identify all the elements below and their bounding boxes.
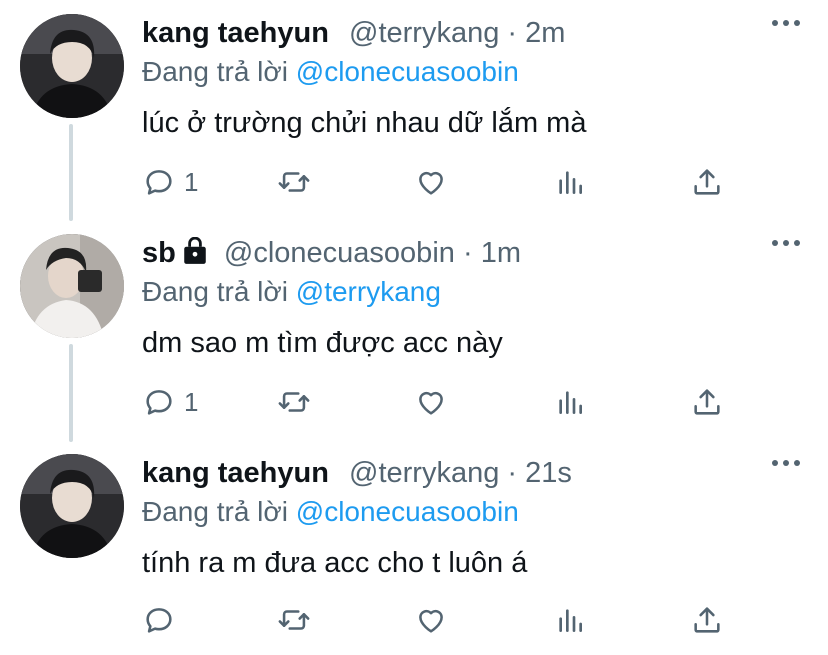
- tweet-text: dm sao m tìm được acc này: [142, 327, 503, 359]
- tweet-text: tính ra m đưa acc cho t luôn á: [142, 547, 528, 579]
- analytics-icon: [559, 171, 582, 194]
- reply-context: Đang trả lời @clonecuasoobin: [142, 494, 519, 530]
- reply-prefix: Đang trả lời: [142, 56, 288, 87]
- timestamp[interactable]: 21s: [525, 457, 572, 489]
- more-icon[interactable]: [772, 240, 800, 246]
- reply-prefix: Đang trả lời: [142, 496, 288, 527]
- retweet-icon: [278, 392, 310, 412]
- author-handle[interactable]: @terrykang: [349, 17, 499, 49]
- tweet-header: kang taehyun @terrykang · 21s: [142, 454, 572, 492]
- action-bar: 1: [142, 164, 732, 200]
- retweet-icon: [278, 610, 310, 630]
- retweet-button[interactable]: [276, 602, 312, 638]
- reply-icon: [146, 608, 172, 633]
- avatar[interactable]: [20, 14, 124, 118]
- action-bar: 1: [142, 384, 732, 420]
- share-button[interactable]: [690, 384, 724, 420]
- share-icon: [694, 389, 720, 415]
- reply-context: Đang trả lời @terrykang: [142, 274, 441, 310]
- share-icon: [694, 607, 720, 633]
- avatar[interactable]: [20, 234, 124, 338]
- tweet[interactable]: sb @clonecuasoobin · 1m Đang trả lời @te…: [0, 220, 828, 440]
- reply-icon: [146, 390, 172, 415]
- reply-count: 1: [184, 386, 199, 417]
- reply-prefix: Đang trả lời: [142, 276, 288, 307]
- share-button[interactable]: [690, 602, 724, 638]
- reply-mention-link[interactable]: @clonecuasoobin: [296, 496, 519, 527]
- like-icon: [419, 171, 443, 195]
- separator: ·: [462, 237, 473, 269]
- author-handle[interactable]: @terrykang: [349, 457, 499, 489]
- like-button[interactable]: [414, 164, 448, 200]
- reply-icon: [146, 170, 172, 195]
- tweet[interactable]: kang taehyun @terrykang · 21s Đang trả l…: [0, 440, 828, 655]
- author-name[interactable]: sb: [142, 237, 176, 269]
- more-icon[interactable]: [772, 20, 800, 26]
- author-name[interactable]: kang taehyun: [142, 457, 329, 489]
- share-icon: [694, 169, 720, 195]
- share-button[interactable]: [690, 164, 724, 200]
- analytics-button[interactable]: [554, 602, 586, 638]
- retweet-button[interactable]: [276, 164, 312, 200]
- reply-mention-link[interactable]: @terrykang: [296, 276, 441, 307]
- timestamp[interactable]: 1m: [481, 237, 521, 269]
- tweet-text: lúc ở trường chửi nhau dữ lắm mà: [142, 107, 587, 139]
- analytics-button[interactable]: [554, 164, 586, 200]
- tweet-header: kang taehyun @terrykang · 2m: [142, 14, 565, 52]
- analytics-icon: [559, 609, 582, 632]
- like-button[interactable]: [414, 384, 448, 420]
- more-icon[interactable]: [772, 460, 800, 466]
- separator: ·: [507, 457, 518, 489]
- like-icon: [419, 609, 443, 633]
- retweet-icon: [278, 172, 310, 192]
- avatar[interactable]: [20, 454, 124, 558]
- reply-context: Đang trả lời @clonecuasoobin: [142, 54, 519, 90]
- reply-button[interactable]: 1: [142, 164, 198, 200]
- retweet-button[interactable]: [276, 384, 312, 420]
- analytics-button[interactable]: [554, 384, 586, 420]
- tweet[interactable]: kang taehyun @terrykang · 2m Đang trả lờ…: [0, 0, 828, 220]
- timestamp[interactable]: 2m: [525, 17, 565, 49]
- reply-button[interactable]: [142, 602, 184, 638]
- like-icon: [419, 391, 443, 415]
- author-handle[interactable]: @clonecuasoobin: [224, 237, 455, 269]
- tweet-header: sb @clonecuasoobin · 1m: [142, 234, 521, 275]
- like-button[interactable]: [414, 602, 448, 638]
- author-name[interactable]: kang taehyun: [142, 17, 329, 49]
- lock-icon: [182, 236, 208, 275]
- reply-mention-link[interactable]: @clonecuasoobin: [296, 56, 519, 87]
- reply-button[interactable]: 1: [142, 384, 198, 420]
- separator: ·: [507, 17, 518, 49]
- action-bar: [142, 602, 732, 638]
- reply-count: 1: [184, 166, 199, 197]
- analytics-icon: [559, 391, 582, 414]
